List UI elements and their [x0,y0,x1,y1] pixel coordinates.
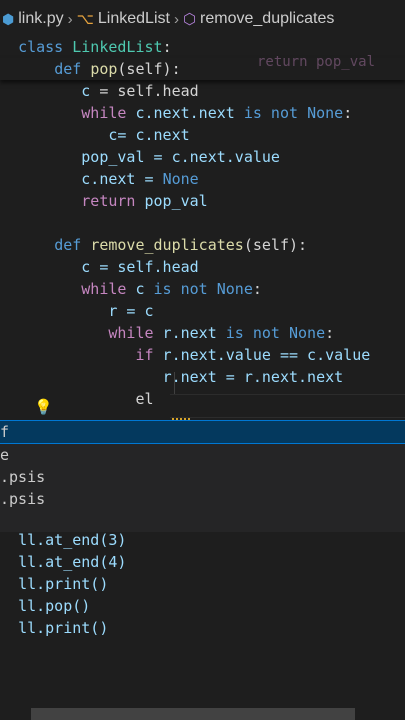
expr: pop_val [135,192,208,210]
expr: ll.print() [18,619,109,637]
params: (self): [243,236,308,254]
colon: : [325,324,335,342]
code-line[interactable]: c= c.next [0,124,405,146]
breadcrumb: ⬢ link.py › ⌥ LinkedList › ⬡ remove_dupl… [0,0,405,38]
expr: r = c [108,302,154,320]
python-file-icon: ⬢ [2,10,15,27]
code-line[interactable]: ll.at_end(4) [0,551,405,573]
expr: r.next [153,324,226,342]
expr: = self.head [90,82,199,100]
expr: c= c.next [108,126,190,144]
ghost-line: return pop_val [257,54,376,70]
expr: c.next.next [126,104,244,122]
code-line[interactable]: r = c [0,300,405,322]
code-line[interactable]: c.next = None [0,168,405,190]
keyword: while [81,104,127,122]
code-line[interactable]: ll.at_end(3) [0,529,405,551]
none-constant: None [289,324,326,342]
var: pop_val [81,148,145,166]
chevron-right-icon: › [67,10,73,28]
expr: ll.pop() [18,597,91,615]
code-line[interactable]: r.next = r.next.next [0,366,405,388]
expr: r.next = r.next.next [162,368,344,386]
code-line[interactable]: if r.next.value == c.value [0,344,405,366]
breadcrumb-method[interactable]: remove_duplicates [200,10,334,28]
var: c [81,82,91,100]
breadcrumb-class[interactable]: LinkedList [98,10,170,28]
expr: c = self.head [81,258,199,276]
sticky-def-line[interactable]: def pop(self): return pop_val [0,54,405,80]
code-line[interactable]: ll.print() [0,617,405,639]
keyword: if [135,346,154,364]
function-name: remove_duplicates [90,236,244,254]
method-icon: ⬡ [182,11,197,28]
none-constant: None [216,280,253,298]
expr: c.next = [81,170,163,188]
expr: ll.print() [18,575,109,593]
indent-guide [174,372,175,394]
chevron-right-icon: › [173,10,179,28]
expr: r.next.value == c.value [153,346,371,364]
keyword: return [81,192,136,210]
keyword-class: class [18,38,64,56]
keyword: while [108,324,154,342]
expr: ll.at_end(3) [18,531,127,549]
params: (self): [117,60,181,78]
code-editor-lower[interactable]: ll.at_end(3) ll.at_end(4) ll.print() ll.… [0,529,405,639]
code-line[interactable]: def remove_duplicates(self): [0,234,405,256]
code-line[interactable]: return pop_val [0,190,405,212]
suggestion-item[interactable]: e [0,444,405,466]
code-line[interactable]: ll.print() [0,573,405,595]
suggestion-item[interactable]: .psis [0,488,405,510]
code-line[interactable]: c = self.head [0,80,405,102]
code-line-empty[interactable] [0,212,405,234]
suggestion-widget[interactable]: f e .psis .psis [0,420,405,532]
code-line[interactable]: while c.next.next is not None: [0,102,405,124]
suggestion-item[interactable]: .psis [0,466,405,488]
expr: ll.at_end(4) [18,553,127,571]
current-line-highlight [170,394,405,418]
code-line[interactable]: pop_val = c.next.value [0,146,405,168]
none-constant: None [307,104,344,122]
function-name: pop [90,60,118,78]
keyword: is not [225,324,280,342]
keyword-def: def [54,236,82,254]
keyword: while [81,280,127,298]
keyword: is not [153,280,208,298]
code-line[interactable]: ll.pop() [0,595,405,617]
lightbulb-icon[interactable]: 💡 [34,398,53,416]
horizontal-scrollbar[interactable] [31,708,355,720]
code-line[interactable]: c = self.head [0,256,405,278]
class-name: LinkedList [72,38,163,56]
typed-text: el [135,390,154,408]
colon: : [343,104,353,122]
keyword: is not [243,104,299,122]
expr: c [126,280,154,298]
class-icon: ⌥ [76,11,94,28]
expr: = c.next.value [144,148,280,166]
breadcrumb-file[interactable]: link.py [18,10,63,28]
code-editor[interactable]: class LinkedList: def pop(self): return p… [0,36,405,410]
keyword-def: def [54,60,82,78]
code-line[interactable]: while c is not None: [0,278,405,300]
suggestion-item-selected[interactable]: f [0,420,405,444]
none-constant: None [162,170,199,188]
code-line[interactable]: while r.next is not None: [0,322,405,344]
colon: : [252,280,262,298]
